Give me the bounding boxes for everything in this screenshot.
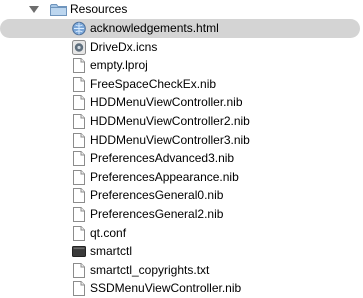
executable-icon: [72, 244, 86, 259]
document-icon: [72, 151, 86, 166]
html-document-icon: [72, 21, 86, 36]
file-name: smartctl_copyrights.txt: [90, 263, 210, 277]
file-name: SSDMenuViewController.nib: [90, 281, 242, 295]
file-row[interactable]: SSDMenuViewController.nib: [0, 279, 363, 298]
document-icon: [72, 263, 86, 278]
folder-row-resources[interactable]: Resources: [0, 0, 363, 19]
document-icon: [72, 133, 86, 148]
file-row[interactable]: HDDMenuViewController3.nib: [0, 131, 363, 150]
file-name: acknowledgements.html: [90, 21, 219, 35]
file-name: HDDMenuViewController2.nib: [90, 114, 250, 128]
file-row[interactable]: smartctl_copyrights.txt: [0, 261, 363, 280]
disclosure-triangle-icon[interactable]: [29, 6, 39, 13]
file-name: PreferencesGeneral2.nib: [90, 207, 224, 221]
folder-name: Resources: [70, 2, 128, 16]
file-name: DriveDx.icns: [90, 40, 158, 54]
folder-icon: [50, 3, 67, 16]
document-icon: [72, 281, 86, 296]
document-icon: [72, 188, 86, 203]
file-name: PreferencesAppearance.nib: [90, 170, 239, 184]
document-icon: [72, 170, 86, 185]
document-icon: [72, 58, 86, 73]
file-row[interactable]: PreferencesAdvanced3.nib: [0, 149, 363, 168]
document-icon: [72, 114, 86, 129]
document-icon: [72, 226, 86, 241]
file-row[interactable]: HDDMenuViewController2.nib: [0, 112, 363, 131]
file-name: FreeSpaceCheckEx.nib: [90, 77, 217, 91]
file-row[interactable]: qt.conf: [0, 224, 363, 243]
file-row[interactable]: HDDMenuViewController.nib: [0, 93, 363, 112]
file-row[interactable]: PreferencesGeneral2.nib: [0, 205, 363, 224]
file-name: smartctl: [90, 244, 132, 258]
file-name: PreferencesGeneral0.nib: [90, 188, 224, 202]
file-name: HDDMenuViewController3.nib: [90, 133, 250, 147]
file-row[interactable]: empty.lproj: [0, 56, 363, 75]
file-name: PreferencesAdvanced3.nib: [90, 151, 235, 165]
file-row[interactable]: PreferencesAppearance.nib: [0, 168, 363, 187]
document-icon: [72, 77, 86, 92]
document-icon: [72, 207, 86, 222]
file-row[interactable]: DriveDx.icns: [0, 38, 363, 57]
file-row[interactable]: acknowledgements.html: [0, 19, 360, 38]
icns-image-icon: [72, 40, 86, 55]
file-row[interactable]: PreferencesGeneral0.nib: [0, 186, 363, 205]
file-name: HDDMenuViewController.nib: [90, 95, 243, 109]
file-list: Resources acknowledgements.html DriveDx.i…: [0, 0, 363, 296]
file-name: qt.conf: [90, 226, 127, 240]
file-row[interactable]: FreeSpaceCheckEx.nib: [0, 75, 363, 94]
file-row[interactable]: smartctl: [0, 242, 363, 261]
document-icon: [72, 95, 86, 110]
file-name: empty.lproj: [90, 58, 148, 72]
